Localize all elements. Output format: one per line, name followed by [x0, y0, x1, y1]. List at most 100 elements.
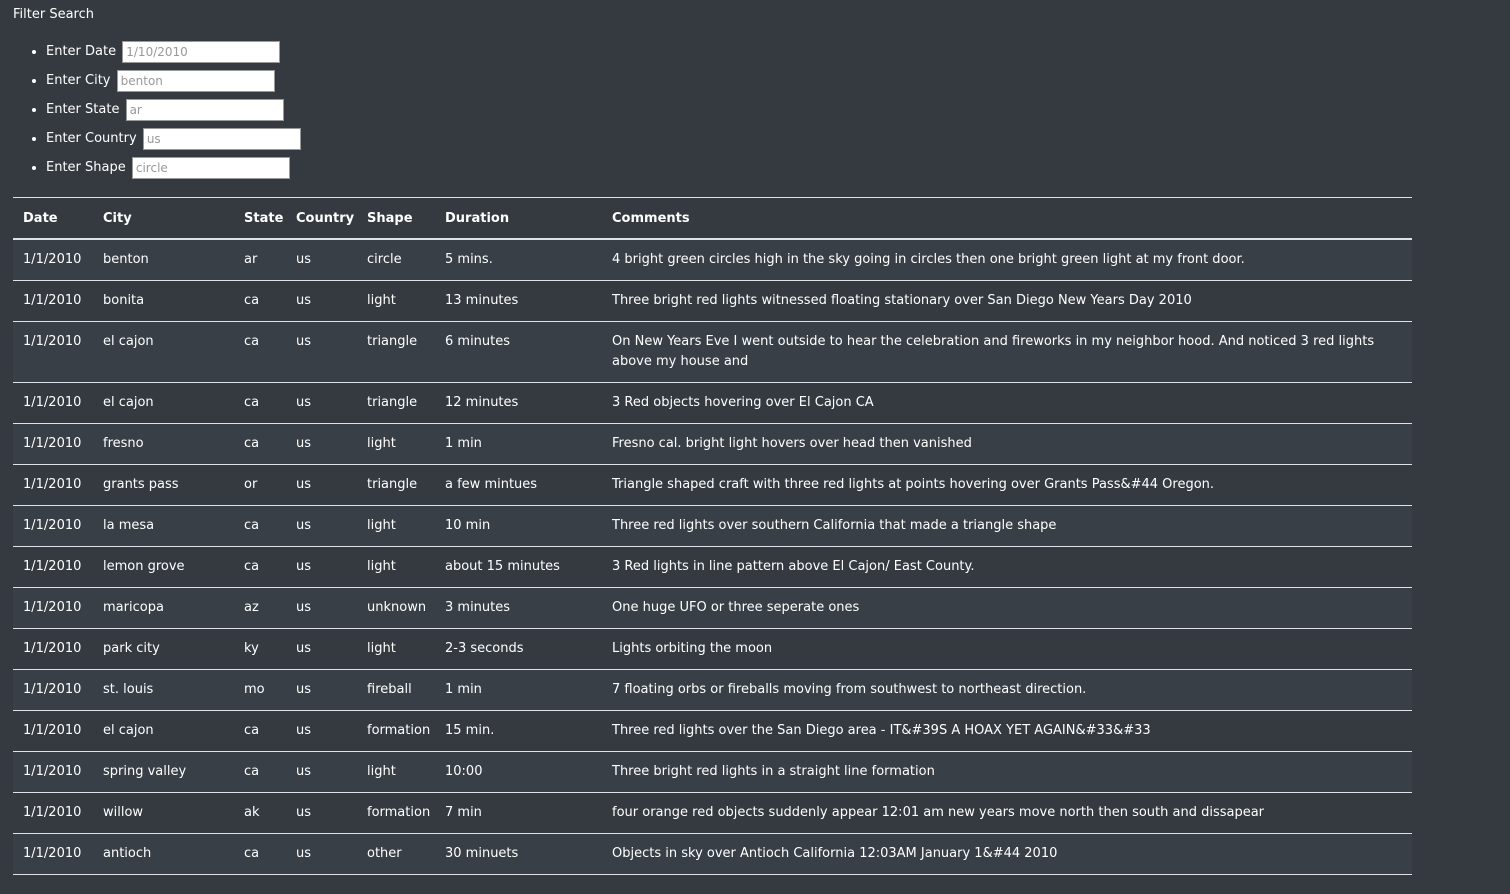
cell-country: us	[286, 710, 357, 752]
cell-country: us	[286, 464, 357, 506]
table-row: 1/1/2010 willow ak us formation 7 min four ora…	[13, 792, 1412, 834]
table-header-row: Date City State Country Shape Duration C…	[13, 197, 1412, 240]
cell-duration: 10:00	[435, 751, 602, 793]
date-input[interactable]	[122, 40, 281, 63]
shape-label: Enter Shape	[46, 160, 126, 175]
header-duration[interactable]: Duration	[435, 197, 602, 240]
cell-date: 1/1/2010	[13, 423, 93, 465]
cell-date: 1/1/2010	[13, 546, 93, 588]
cell-duration: 12 minutes	[435, 382, 602, 424]
state-label: Enter State	[46, 102, 120, 117]
cell-date: 1/1/2010	[13, 669, 93, 711]
cell-state: ca	[234, 382, 286, 424]
country-input[interactable]	[142, 127, 301, 150]
cell-comments: 4 bright green circles high in the sky g…	[602, 239, 1412, 281]
cell-city: willow	[93, 792, 234, 834]
cell-comments: Three red lights over southern Californi…	[602, 505, 1412, 547]
cell-duration: about 15 minutes	[435, 546, 602, 588]
cell-shape: light	[357, 505, 435, 547]
cell-state: ca	[234, 546, 286, 588]
table-body: 1/1/2010 benton ar us circle 5 mins. 4 bright …	[13, 239, 1412, 875]
cell-state: az	[234, 587, 286, 629]
cell-date: 1/1/2010	[13, 833, 93, 875]
header-comments[interactable]: Comments	[602, 197, 1412, 240]
header-state[interactable]: State	[234, 197, 286, 240]
cell-country: us	[286, 587, 357, 629]
cell-city: antioch	[93, 833, 234, 875]
cell-comments: Three bright red lights witnessed floati…	[602, 280, 1412, 322]
filter-item-country: Enter Country	[46, 124, 301, 153]
cell-state: ca	[234, 710, 286, 752]
cell-duration: 10 min	[435, 505, 602, 547]
cell-duration: 6 minutes	[435, 321, 602, 383]
cell-state: ky	[234, 628, 286, 670]
table-row: 1/1/2010 antioch ca us other 30 minuets Object…	[13, 833, 1412, 875]
city-input[interactable]	[116, 69, 275, 92]
cell-comments: Three red lights over the San Diego area…	[602, 710, 1412, 752]
filter-list: Enter Date Enter City Enter State Enter …	[0, 37, 301, 182]
cell-city: fresno	[93, 423, 234, 465]
cell-country: us	[286, 751, 357, 793]
cell-duration: 7 min	[435, 792, 602, 834]
cell-country: us	[286, 546, 357, 588]
cell-country: us	[286, 239, 357, 281]
cell-city: spring valley	[93, 751, 234, 793]
state-input[interactable]	[125, 98, 284, 121]
cell-state: ca	[234, 751, 286, 793]
cell-comments: Lights orbiting the moon	[602, 628, 1412, 670]
filter-item-date: Enter Date	[46, 37, 301, 66]
shape-input[interactable]	[131, 156, 290, 179]
cell-state: ar	[234, 239, 286, 281]
header-date[interactable]: Date	[13, 197, 93, 240]
table-row: 1/1/2010 grants pass or us triangle a few min…	[13, 464, 1412, 506]
city-label: Enter City	[46, 73, 111, 88]
cell-shape: triangle	[357, 321, 435, 383]
table-row: 1/1/2010 la mesa ca us light 10 min Three red …	[13, 505, 1412, 547]
cell-city: la mesa	[93, 505, 234, 547]
cell-shape: formation	[357, 792, 435, 834]
cell-country: us	[286, 669, 357, 711]
cell-date: 1/1/2010	[13, 792, 93, 834]
cell-shape: light	[357, 751, 435, 793]
cell-shape: light	[357, 628, 435, 670]
cell-country: us	[286, 628, 357, 670]
cell-comments: One huge UFO or three seperate ones	[602, 587, 1412, 629]
cell-city: benton	[93, 239, 234, 281]
cell-city: el cajon	[93, 710, 234, 752]
cell-country: us	[286, 423, 357, 465]
cell-duration: 5 mins.	[435, 239, 602, 281]
filter-item-state: Enter State	[46, 95, 301, 124]
results-table-container: Date City State Country Shape Duration C…	[13, 197, 1412, 875]
cell-date: 1/1/2010	[13, 751, 93, 793]
cell-duration: a few mintues	[435, 464, 602, 506]
cell-shape: light	[357, 423, 435, 465]
cell-comments: Triangle shaped craft with three red lig…	[602, 464, 1412, 506]
header-shape[interactable]: Shape	[357, 197, 435, 240]
cell-date: 1/1/2010	[13, 239, 93, 281]
cell-comments: four orange red objects suddenly appear …	[602, 792, 1412, 834]
cell-city: st. louis	[93, 669, 234, 711]
cell-state: ak	[234, 792, 286, 834]
cell-shape: triangle	[357, 464, 435, 506]
cell-duration: 15 min.	[435, 710, 602, 752]
table-row: 1/1/2010 lemon grove ca us light about 15 min…	[13, 546, 1412, 588]
table-row: 1/1/2010 maricopa az us unknown 3 minutes One …	[13, 587, 1412, 629]
cell-date: 1/1/2010	[13, 280, 93, 322]
cell-duration: 1 min	[435, 423, 602, 465]
cell-shape: light	[357, 546, 435, 588]
filter-title: Filter Search	[13, 7, 94, 22]
header-city[interactable]: City	[93, 197, 234, 240]
results-table: Date City State Country Shape Duration C…	[13, 197, 1412, 875]
cell-comments: 3 Red objects hovering over El Cajon CA	[602, 382, 1412, 424]
table-row: 1/1/2010 el cajon ca us formation 15 min. Thre…	[13, 710, 1412, 752]
cell-date: 1/1/2010	[13, 464, 93, 506]
cell-state: mo	[234, 669, 286, 711]
cell-city: park city	[93, 628, 234, 670]
header-country[interactable]: Country	[286, 197, 357, 240]
table-row: 1/1/2010 fresno ca us light 1 min Fresno cal. …	[13, 423, 1412, 465]
cell-state: ca	[234, 505, 286, 547]
cell-city: el cajon	[93, 321, 234, 383]
table-row: 1/1/2010 park city ky us light 2-3 seconds Lig…	[13, 628, 1412, 670]
cell-duration: 2-3 seconds	[435, 628, 602, 670]
cell-city: bonita	[93, 280, 234, 322]
